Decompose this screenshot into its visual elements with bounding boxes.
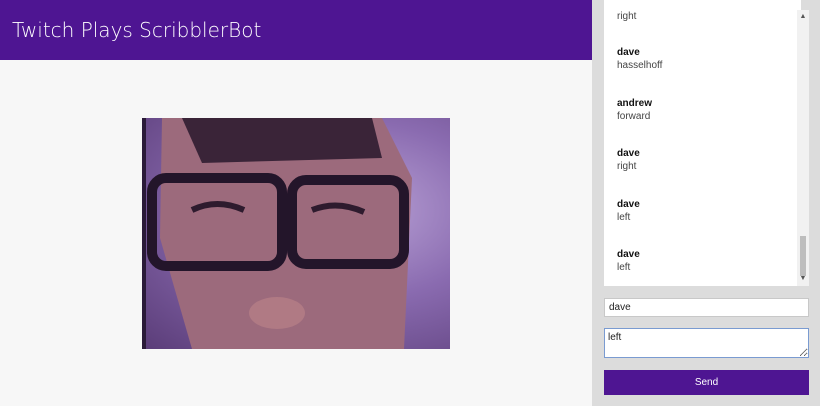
chat-message: dave left — [617, 198, 640, 224]
chat-message-user: dave — [617, 249, 640, 260]
chat-message-text: left — [617, 212, 631, 223]
chat-message: right — [617, 10, 636, 23]
chat-message-text: hasselhoff — [617, 60, 663, 71]
scroll-thumb[interactable] — [800, 236, 806, 276]
chat-message-user: dave — [617, 148, 640, 159]
send-button[interactable]: Send — [604, 370, 809, 395]
scroll-down-arrow-icon[interactable]: ▼ — [797, 272, 809, 286]
message-input[interactable]: left — [604, 328, 809, 358]
chat-message-user: dave — [617, 199, 640, 210]
chat-message: dave left — [617, 248, 640, 274]
chat-message: andrew forward — [617, 97, 652, 123]
chat-message-text: right — [617, 161, 637, 172]
webcam-frame-image — [142, 118, 412, 349]
page-title: Twitch Plays ScribblerBot — [12, 18, 262, 42]
chat-message-user: dave — [617, 47, 640, 58]
webcam-video — [142, 118, 450, 349]
chat-message-user: andrew — [617, 98, 653, 109]
chat-message: dave right — [617, 147, 640, 173]
chat-log[interactable]: right dave hasselhoff andrew forward dav… — [604, 0, 801, 286]
main-area: Twitch Plays ScribblerBot — [0, 0, 592, 406]
chat-scrollbar[interactable]: ▲ ▼ — [797, 10, 809, 286]
chat-message: dave hasselhoff — [617, 46, 662, 72]
chat-message-text: forward — [617, 111, 651, 122]
username-input[interactable] — [604, 298, 809, 317]
header-bar: Twitch Plays ScribblerBot — [0, 0, 592, 60]
chat-message-text: left — [617, 262, 631, 273]
chat-message-text: right — [617, 11, 637, 22]
scroll-up-arrow-icon[interactable]: ▲ — [797, 10, 809, 24]
